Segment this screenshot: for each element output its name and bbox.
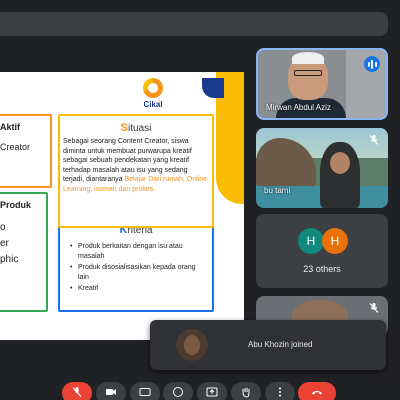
captions-icon	[139, 388, 151, 396]
aktif-value: Creator	[0, 142, 31, 152]
captions-button[interactable]	[130, 382, 160, 400]
more-options-button[interactable]	[265, 382, 295, 400]
situasi-title: Situasi	[120, 122, 152, 134]
produk-heading: Produk	[0, 200, 32, 210]
raise-hand-button[interactable]	[231, 382, 261, 400]
reactions-button[interactable]	[163, 382, 193, 400]
logo-text: Cikal	[143, 100, 163, 109]
end-call-icon	[312, 391, 322, 395]
mic-toggle-button[interactable]	[62, 382, 92, 400]
avatar	[176, 329, 208, 361]
produk-line: phic	[0, 254, 19, 265]
slide-decoration	[202, 78, 224, 98]
more-options-icon	[279, 387, 281, 397]
participant-name: bu tami	[264, 186, 291, 195]
participant-video	[330, 152, 350, 174]
mic-off-icon	[369, 135, 379, 145]
others-count: 23 others	[303, 264, 341, 274]
mic-off-icon	[369, 303, 379, 313]
notification-text: Abu Khozin joined	[248, 340, 313, 349]
situasi-body: Sebagai seorang Content Creator, siswa d…	[63, 138, 207, 193]
cikal-logo-icon	[143, 78, 163, 98]
camera-toggle-button[interactable]	[96, 382, 126, 400]
produk-line: er	[0, 238, 9, 249]
cikal-logo: Cikal	[138, 78, 168, 109]
kriteria-list: Produk berkaitan dengan isu atau masalah…	[60, 236, 212, 294]
end-call-button[interactable]	[298, 382, 336, 400]
others-tile[interactable]: H H 23 others	[256, 214, 388, 288]
kriteria-box: Kriteria Produk berkaitan dengan isu ata…	[58, 216, 214, 312]
situasi-box: Situasi Sebagai seorang Content Creator,…	[58, 114, 214, 228]
camera-icon	[106, 389, 116, 395]
emoji-icon	[173, 387, 183, 397]
mic-off-icon	[72, 387, 82, 397]
list-item: Produk berkaitan dengan isu atau masalah	[70, 242, 208, 261]
aktif-box: Aktif Creator	[0, 114, 52, 188]
meeting-controls	[0, 380, 400, 400]
participant-video	[292, 52, 324, 64]
avatar: H	[322, 228, 348, 254]
top-bar	[0, 12, 388, 36]
avatar: H	[298, 228, 324, 254]
participant-tile-tami[interactable]: bu tami	[256, 128, 388, 208]
participant-name: Mirwan Abdul Aziz	[266, 103, 331, 112]
presentation-slide: Cikal Aktif Creator Produk o er phic Kri…	[0, 72, 244, 340]
participant-tile-mirwan[interactable]: Mirwan Abdul Aziz	[256, 48, 388, 120]
present-button[interactable]	[197, 382, 227, 400]
others-avatars: H H	[298, 228, 348, 254]
speaking-indicator-icon	[364, 56, 380, 72]
list-item: Kreatif	[70, 284, 208, 294]
join-notification[interactable]: Abu Khozin joined	[150, 320, 386, 370]
participant-video	[294, 70, 322, 76]
present-icon	[206, 387, 218, 397]
list-item: Produk disosialisasikan kepada orang lai…	[70, 263, 208, 282]
produk-box: Produk o er phic	[0, 192, 48, 312]
produk-line: o	[0, 222, 6, 233]
raise-hand-icon	[242, 388, 250, 398]
aktif-heading: Aktif	[0, 122, 20, 132]
